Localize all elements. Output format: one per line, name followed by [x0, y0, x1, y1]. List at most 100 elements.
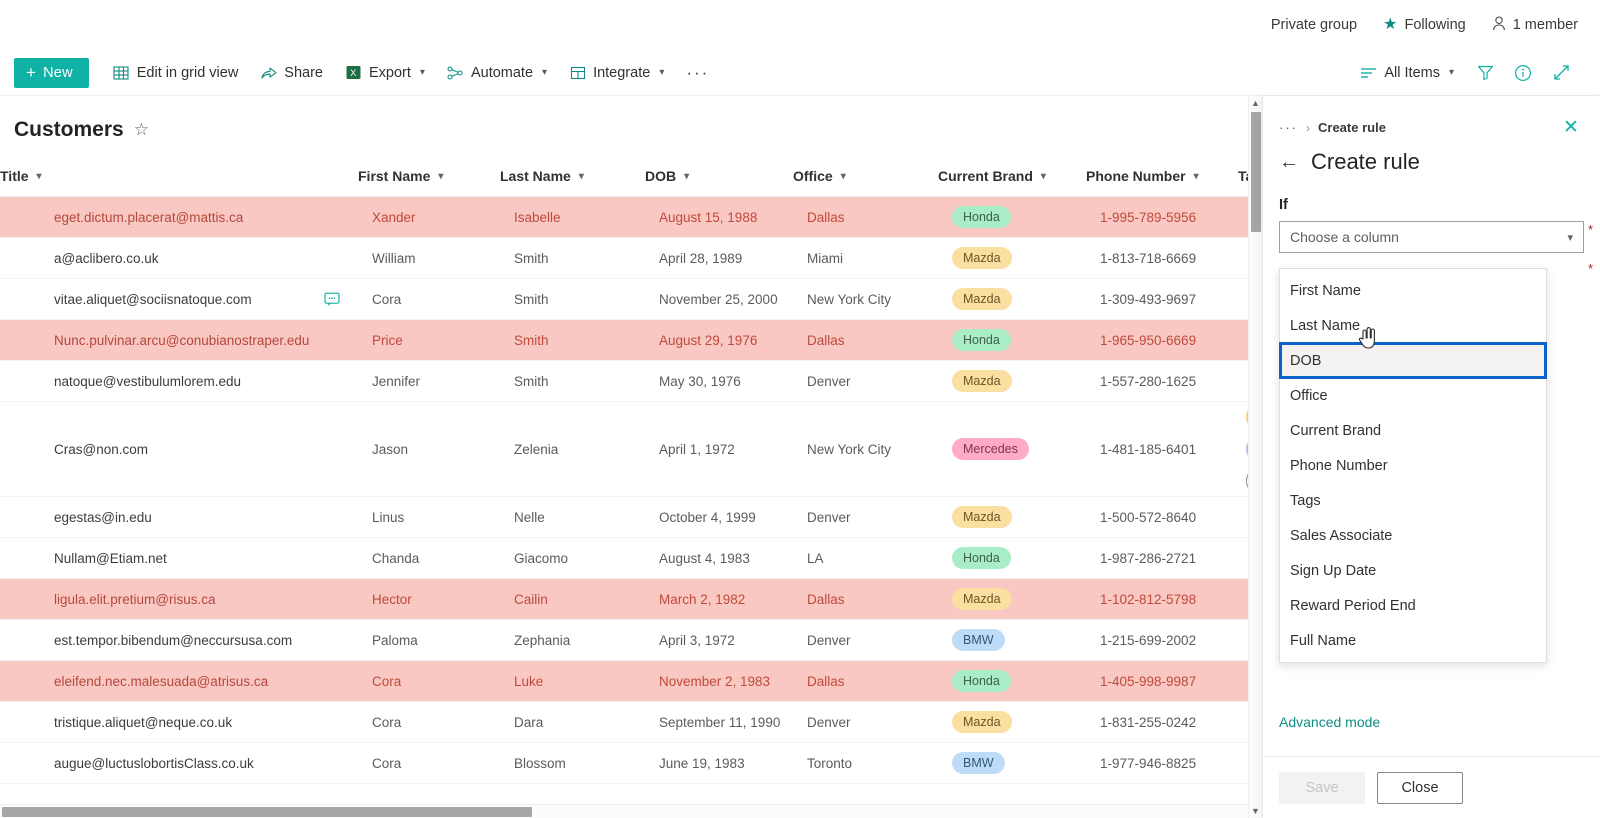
dropdown-option-label: Office — [1290, 387, 1328, 404]
expand-icon[interactable] — [1544, 56, 1578, 90]
table-row[interactable]: egestas@in.edu Linus Nelle October 4, 1999 D… — [0, 496, 1250, 538]
cell-dob: September 11, 1990 — [645, 701, 793, 743]
brand-pill: Mazda — [952, 588, 1012, 610]
cell-first: Jason — [358, 401, 500, 497]
horizontal-scrollbar-thumb[interactable] — [2, 807, 532, 817]
cell-text: Zelenia — [514, 441, 559, 457]
column-header-label: Phone Number — [1086, 168, 1186, 184]
cell-text: 1-481-185-6401 — [1100, 441, 1197, 457]
cell-brand: Honda — [938, 196, 1086, 238]
cell-text: April 1, 1972 — [659, 441, 735, 457]
cell-brand: Mazda — [938, 360, 1086, 402]
dropdown-option-first-name[interactable]: First Name — [1280, 273, 1546, 308]
cell-text: September 11, 1990 — [659, 714, 781, 730]
edit-in-grid-view-button[interactable]: Edit in grid view — [103, 56, 249, 90]
table-row[interactable]: ligula.elit.pretium@risus.ca Hector Cailin… — [0, 578, 1250, 620]
cell-text: Smith — [514, 332, 549, 348]
dropdown-option-office[interactable]: Office — [1280, 378, 1546, 413]
create-rule-panel: ··· › Create rule ✕ ← Create rule If Cho… — [1262, 96, 1600, 818]
new-button[interactable]: + New — [14, 57, 89, 88]
filter-icon[interactable] — [1468, 56, 1502, 90]
column-header-phone-number[interactable]: Phone Number ▾ — [1086, 158, 1238, 197]
cell-title: augue@luctuslobortisClass.co.uk — [0, 742, 358, 784]
export-button[interactable]: X Export ▾ — [335, 56, 435, 90]
column-header-last-name[interactable]: Last Name ▾ — [500, 158, 645, 197]
column-header-first-name[interactable]: First Name ▾ — [358, 158, 500, 197]
scroll-down-icon[interactable]: ▼ — [1251, 804, 1260, 818]
cell-phone: 1-987-286-2721 — [1086, 537, 1238, 579]
breadcrumb-overflow-button[interactable]: ··· — [1279, 120, 1298, 135]
edit-in-grid-view-label: Edit in grid view — [136, 64, 239, 81]
dropdown-option-dob[interactable]: DOB — [1279, 342, 1547, 379]
cell-brand: Mercedes — [938, 401, 1086, 497]
table-row[interactable]: vitae.aliquet@sociisnatoque.com Cora Smith… — [0, 278, 1250, 320]
cell-title: vitae.aliquet@sociisnatoque.com — [0, 278, 358, 320]
automate-button[interactable]: Automate ▾ — [437, 56, 557, 90]
table-row[interactable]: eget.dictum.placerat@mattis.ca Xander Isab… — [0, 196, 1250, 238]
view-selector[interactable]: All Items ▾ — [1350, 56, 1464, 90]
dropdown-option-sales-associate[interactable]: Sales Associate — [1280, 518, 1546, 553]
close-button[interactable]: Close — [1377, 771, 1463, 804]
breadcrumb: ··· › Create rule — [1263, 96, 1600, 135]
horizontal-scrollbar[interactable] — [0, 804, 1250, 818]
table-row[interactable]: Cras@non.com Jason Zelenia April 1, 1972 New… — [0, 401, 1250, 497]
table-row[interactable]: Nullam@Etiam.net Chanda Giacomo August 4, 1… — [0, 537, 1250, 579]
column-header-dob[interactable]: DOB ▾ — [645, 158, 793, 197]
column-header-office[interactable]: Office ▾ — [793, 158, 938, 197]
table-row[interactable]: augue@luctuslobortisClass.co.uk Cora Bloss… — [0, 742, 1250, 784]
cell-text: June 19, 1983 — [659, 755, 745, 771]
column-combobox[interactable]: Choose a column ▾ — [1279, 221, 1584, 253]
dropdown-option-full-name[interactable]: Full Name — [1280, 623, 1546, 658]
back-arrow-icon[interactable]: ← — [1279, 152, 1299, 172]
column-header-label: Last Name — [500, 168, 571, 184]
table-row[interactable]: a@aclibero.co.uk William Smith April 28, 19… — [0, 237, 1250, 279]
column-header-title[interactable]: Title ▾ — [0, 158, 358, 197]
following-button[interactable]: ★ Following — [1383, 17, 1466, 34]
dropdown-option-last-name[interactable]: Last Name — [1280, 308, 1546, 343]
table-row[interactable]: natoque@vestibulumlorem.edu Jennifer Smith… — [0, 360, 1250, 402]
dropdown-option-current-brand[interactable]: Current Brand — [1280, 413, 1546, 448]
table-row[interactable]: est.tempor.bibendum@neccursusa.com Paloma… — [0, 619, 1250, 661]
cell-dob: May 30, 1976 — [645, 360, 793, 402]
cell-text: Blossom — [514, 755, 566, 771]
close-icon[interactable]: ✕ — [1558, 114, 1584, 140]
favorite-star-icon[interactable]: ☆ — [134, 120, 149, 140]
integrate-button[interactable]: Integrate ▾ — [559, 56, 674, 90]
scroll-up-icon[interactable]: ▲ — [1251, 96, 1260, 110]
members-button[interactable]: 1 member — [1492, 16, 1578, 34]
advanced-mode-link[interactable]: Advanced mode — [1279, 714, 1380, 730]
breadcrumb-current[interactable]: Create rule — [1318, 120, 1386, 135]
chevron-down-icon: ▾ — [419, 67, 425, 78]
panel-heading-row: ← Create rule — [1263, 135, 1600, 175]
cell-text: 1-405-998-9987 — [1100, 673, 1197, 689]
column-dropdown-list[interactable]: First Name Last Name DOB Office Current Bran… — [1279, 268, 1547, 663]
comment-icon[interactable] — [324, 292, 340, 307]
dropdown-option-reward-period-end[interactable]: Reward Period End — [1280, 588, 1546, 623]
cell-dob: April 28, 1989 — [645, 237, 793, 279]
vertical-scrollbar-thumb[interactable] — [1250, 112, 1261, 232]
table-row[interactable]: tristique.aliquet@neque.co.uk Cora Dara Sep… — [0, 701, 1250, 743]
share-button[interactable]: Share — [250, 56, 333, 90]
more-commands-button[interactable]: ··· — [676, 63, 719, 83]
dropdown-option-phone-number[interactable]: Phone Number — [1280, 448, 1546, 483]
dropdown-option-label: DOB — [1290, 352, 1322, 369]
dropdown-option-label: Sign Up Date — [1290, 562, 1377, 579]
cell-text: April 28, 1989 — [659, 250, 743, 266]
dropdown-option-sign-up-date[interactable]: Sign Up Date — [1280, 553, 1546, 588]
cell-text: 1-102-812-5798 — [1100, 591, 1197, 607]
cell-brand: Honda — [938, 660, 1086, 702]
column-header-label: Office — [793, 168, 833, 184]
table-row[interactable]: eleifend.nec.malesuada@atrisus.ca Cora Luk… — [0, 660, 1250, 702]
cell-text: Denver — [807, 373, 851, 389]
dropdown-option-tags[interactable]: Tags — [1280, 483, 1546, 518]
table-row[interactable]: Nunc.pulvinar.arcu@conubianostraper.edu P… — [0, 319, 1250, 361]
save-button[interactable]: Save — [1279, 771, 1365, 804]
cell-text: 1-500-572-8640 — [1100, 509, 1197, 525]
cell-text: Dara — [514, 714, 544, 730]
column-header-current-brand[interactable]: Current Brand ▾ — [938, 158, 1086, 197]
info-icon[interactable] — [1506, 56, 1540, 90]
vertical-scrollbar[interactable]: ▲ ▼ — [1248, 96, 1262, 818]
table-body: eget.dictum.placerat@mattis.ca Xander Isab… — [0, 196, 1250, 784]
cell-dob: April 1, 1972 — [645, 401, 793, 497]
cell-text: vitae.aliquet@sociisnatoque.com — [54, 291, 252, 307]
